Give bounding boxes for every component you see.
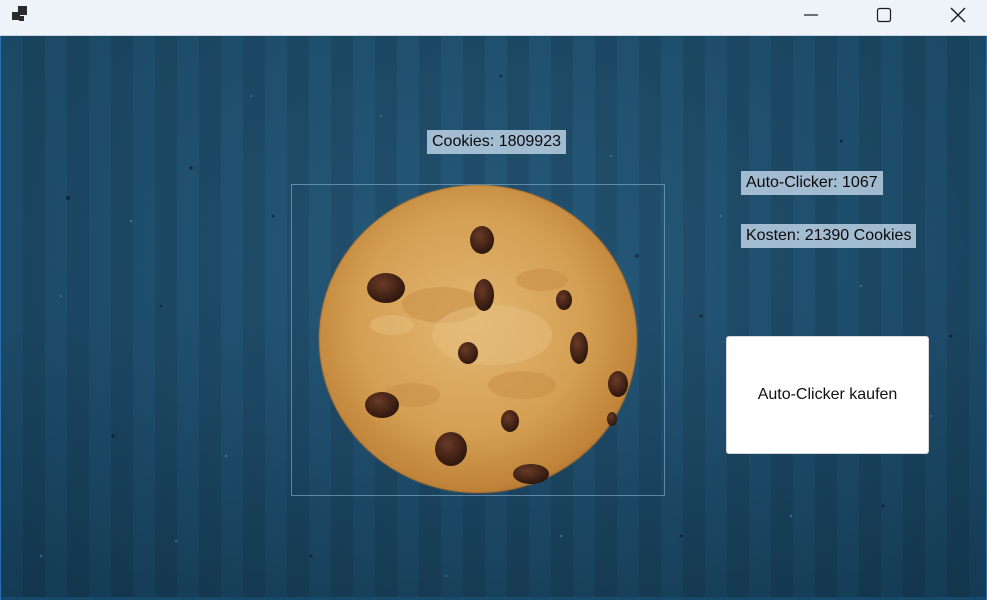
app-window-icon[interactable] (9, 5, 29, 25)
minimize-icon (804, 14, 818, 16)
maximize-button[interactable] (855, 0, 913, 30)
close-icon (950, 7, 966, 23)
cookie-icon (318, 185, 638, 494)
title-bar (0, 0, 987, 36)
buy-autoclicker-button[interactable]: Auto-Clicker kaufen (726, 336, 929, 454)
cookie-button[interactable] (291, 184, 665, 496)
close-button[interactable] (929, 0, 987, 30)
minimize-button[interactable] (782, 0, 840, 30)
maximize-icon (876, 7, 892, 23)
autoclicker-count-label: Auto-Clicker: 1067 (741, 171, 883, 195)
cookie-count-label: Cookies: 1809923 (427, 130, 566, 154)
game-area: Cookies: 1809923 Auto-Clicker: 1067 Kost… (0, 36, 987, 600)
autoclicker-cost-label: Kosten: 21390 Cookies (741, 224, 917, 248)
